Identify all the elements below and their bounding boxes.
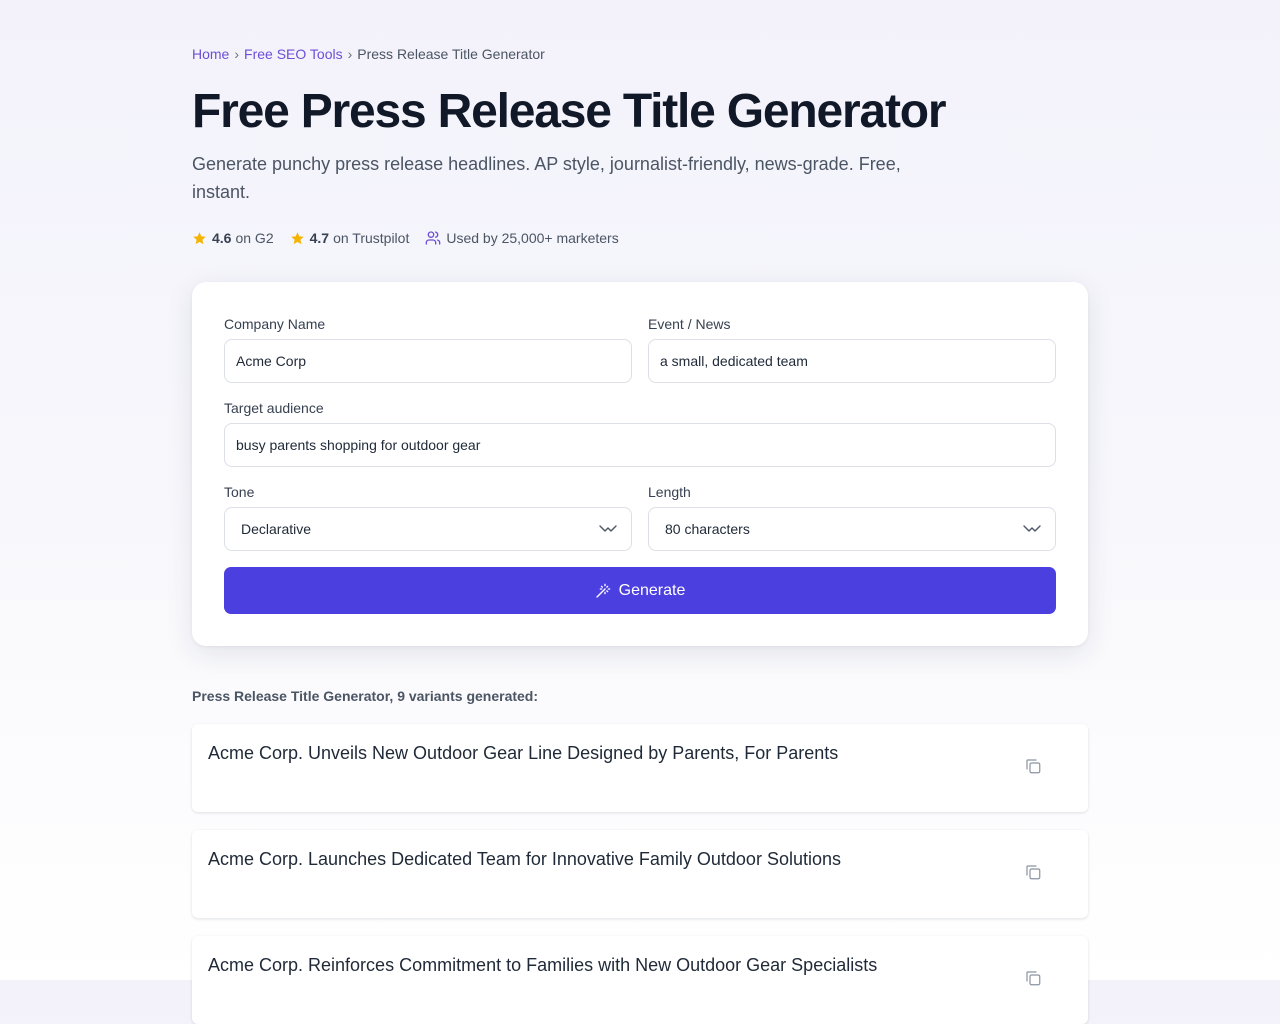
length-field: Length 80 characters — [648, 484, 1056, 551]
g2-label: on G2 — [235, 230, 274, 246]
length-label: Length — [648, 484, 691, 500]
magic-wand-icon — [595, 583, 610, 598]
users-icon — [426, 231, 441, 245]
length-select[interactable]: 80 characters — [648, 507, 1056, 551]
tone-field: Tone Declarative — [224, 484, 632, 551]
breadcrumb: Home › Free SEO Tools › Press Release Title … — [192, 46, 545, 62]
g2-rating: 4.6 on G2 — [192, 230, 274, 246]
event-label: Event / News — [648, 316, 731, 332]
results-heading: Press Release Title Generator, 9 variant… — [192, 688, 539, 704]
usage-text: Used by 25,000+ marketers — [446, 230, 619, 246]
result-text: Acme Corp. Reinforces Commitment to Fami… — [208, 955, 878, 975]
generator-form-card: Company Name Event / News Target audienc… — [192, 282, 1088, 646]
result-card: Acme Corp. Unveils New Outdoor Gear Line… — [192, 724, 1088, 812]
breadcrumb-separator: › — [234, 46, 240, 62]
event-field: Event / News — [648, 316, 1056, 383]
result-card: Acme Corp. Launches Dedicated Team for I… — [192, 830, 1088, 918]
copy-icon[interactable] — [1024, 757, 1042, 775]
breadcrumb-home-link[interactable]: Home — [192, 46, 229, 62]
trustpilot-rating: 4.7 on Trustpilot — [290, 230, 410, 246]
trustpilot-score: 4.7 — [309, 230, 330, 246]
company-field: Company Name — [224, 316, 632, 383]
chevron-down-icon — [1023, 525, 1041, 532]
tone-label: Tone — [224, 484, 255, 500]
star-icon — [290, 231, 304, 244]
page-subtitle: Generate punchy press release headlines.… — [192, 154, 901, 202]
trustpilot-label: on Trustpilot — [333, 230, 410, 246]
breadcrumb-current: Press Release Title Generator — [357, 46, 545, 62]
ratings-bar: 4.6 on G2 4.7 on Trustpilot Used by 25,0… — [192, 230, 635, 246]
tone-value: Declarative — [241, 521, 312, 537]
usage-stat: Used by 25,000+ marketers — [425, 230, 619, 246]
star-icon — [193, 231, 206, 244]
audience-label: Target audience — [224, 400, 324, 416]
breadcrumb-separator: › — [347, 46, 353, 62]
length-value: 80 characters — [665, 521, 750, 537]
chevron-down-icon — [599, 525, 617, 532]
company-label: Company Name — [224, 316, 326, 332]
copy-icon[interactable] — [1024, 863, 1042, 881]
audience-field: Target audience — [224, 400, 1056, 467]
event-input[interactable] — [648, 339, 1056, 383]
generate-button[interactable]: Generate — [224, 567, 1056, 614]
tone-select[interactable]: Declarative — [224, 507, 632, 551]
company-input[interactable] — [224, 339, 632, 383]
result-text: Acme Corp. Unveils New Outdoor Gear Line… — [208, 743, 839, 763]
result-card: Acme Corp. Reinforces Commitment to Fami… — [192, 936, 1088, 1024]
page-title: Free Press Release Title Generator — [192, 85, 947, 138]
copy-icon[interactable] — [1024, 969, 1042, 987]
audience-input[interactable] — [224, 423, 1056, 467]
g2-score: 4.6 — [212, 230, 232, 246]
breadcrumb-tools-link[interactable]: Free SEO Tools — [244, 46, 343, 62]
result-text: Acme Corp. Launches Dedicated Team for I… — [208, 849, 841, 869]
generate-button-label: Generate — [618, 581, 686, 599]
